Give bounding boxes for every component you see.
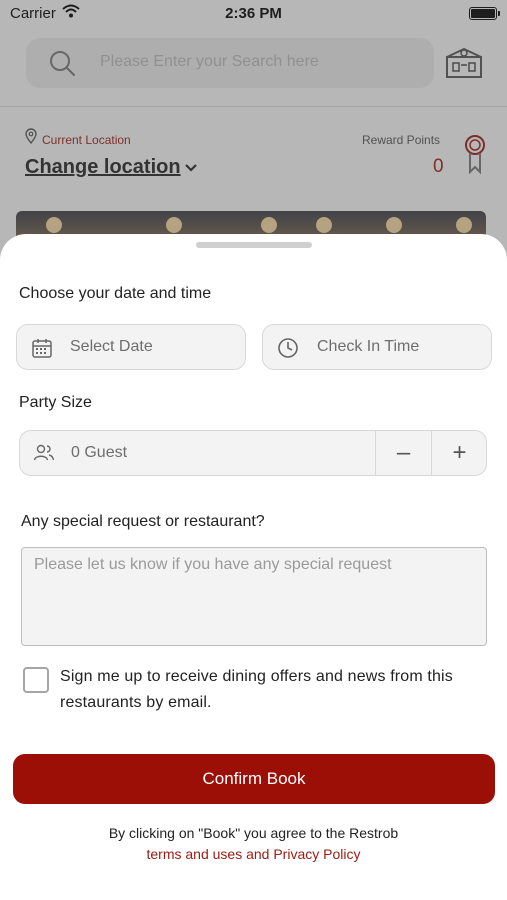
terms-notice: By clicking on "Book" you agree to the R… [108, 825, 399, 841]
select-date-field[interactable]: Select Date [16, 324, 246, 370]
special-request-title: Any special request or restaurant? [21, 513, 265, 530]
calendar-icon [31, 337, 53, 364]
select-date-text: Select Date [70, 338, 153, 355]
special-request-placeholder: Please let us know if you have any speci… [34, 556, 392, 573]
guest-count: 0 Guest [71, 444, 128, 461]
increment-guests-button[interactable]: + [431, 431, 486, 475]
party-size-stepper: 0 Guest – + [19, 430, 487, 476]
check-in-time-text: Check In Time [317, 338, 420, 355]
check-in-time-field[interactable]: Check In Time [262, 324, 492, 370]
offers-checkbox-label[interactable]: Sign me up to receive dining offers and … [60, 664, 480, 716]
special-request-textarea[interactable]: Please let us know if you have any speci… [21, 547, 487, 646]
sheet-grabber[interactable] [196, 242, 312, 248]
terms-privacy-link[interactable]: terms and uses and Privacy Policy [0, 846, 507, 862]
confirm-book-button[interactable]: Confirm Book [13, 754, 495, 804]
booking-bottom-sheet: Choose your date and time Select Date Ch… [0, 234, 507, 900]
decrement-guests-button[interactable]: – [375, 431, 431, 475]
offers-checkbox[interactable] [23, 667, 49, 693]
guests-icon [33, 443, 55, 468]
party-size-title: Party Size [19, 394, 92, 411]
date-time-title: Choose your date and time [19, 285, 212, 302]
clock-icon [277, 337, 299, 364]
